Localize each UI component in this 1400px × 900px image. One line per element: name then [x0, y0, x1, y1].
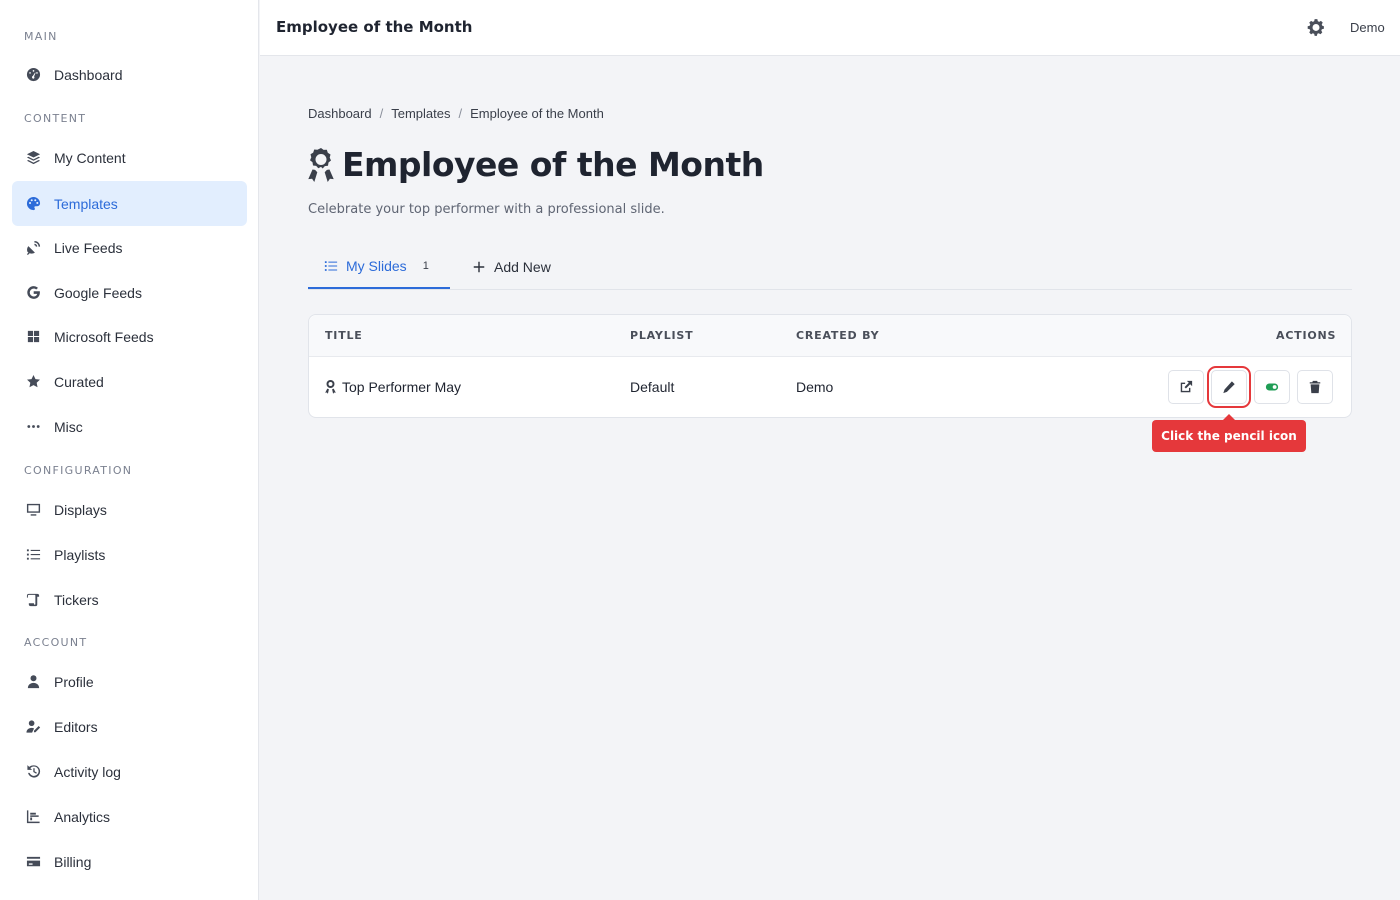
list-icon: [25, 547, 41, 563]
page-title: Employee of the Month: [342, 145, 764, 184]
plus-icon: [472, 260, 486, 274]
award-icon: [325, 380, 336, 394]
section-label-content: CONTENT: [24, 112, 87, 125]
sidebar-item-analytics[interactable]: Analytics: [12, 794, 247, 839]
pencil-icon: [1223, 381, 1235, 394]
award-icon: [306, 147, 336, 183]
sidebar-item-label: Tickers: [54, 591, 99, 608]
layers-icon: [25, 150, 41, 166]
sidebar-item-google-feeds[interactable]: Google Feeds: [12, 270, 247, 315]
sidebar-item-misc[interactable]: Misc: [12, 404, 247, 449]
sidebar-item-label: Activity log: [54, 763, 121, 780]
section-label-configuration: CONFIGURATION: [24, 464, 133, 477]
tab-label: Add New: [494, 258, 551, 275]
sidebar-item-editors[interactable]: Editors: [12, 704, 247, 749]
breadcrumb-separator: /: [379, 106, 384, 121]
delete-button[interactable]: [1297, 370, 1333, 404]
trash-icon: [1309, 380, 1321, 394]
active-toggle-button[interactable]: [1254, 370, 1290, 404]
cell-title: Top Performer May: [325, 379, 461, 395]
sidebar-item-label: Analytics: [54, 808, 111, 825]
sidebar-item-label: Templates: [54, 195, 118, 212]
top-bar: Employee of the Month Demo: [260, 0, 1400, 56]
edit-button[interactable]: [1207, 366, 1251, 408]
section-label-main: MAIN: [24, 30, 58, 43]
page-heading: Employee of the Month: [306, 145, 764, 184]
google-icon: [25, 285, 41, 301]
breadcrumb-separator: /: [458, 106, 463, 121]
section-label-account: ACCOUNT: [24, 636, 88, 649]
sidebar-item-label: Dashboard: [54, 66, 123, 83]
history-icon: [25, 764, 41, 780]
sidebar-item-tickers[interactable]: Tickers: [12, 577, 247, 622]
sidebar-item-live-feeds[interactable]: Live Feeds: [12, 225, 247, 270]
gear-icon[interactable]: [1307, 18, 1325, 36]
breadcrumb-current: Employee of the Month: [470, 106, 604, 121]
tab-bar: My Slides 1 Add New: [308, 244, 1352, 290]
cell-playlist: Default: [630, 379, 675, 395]
sidebar-item-label: Displays: [54, 501, 107, 518]
tab-my-slides[interactable]: My Slides 1: [308, 244, 450, 289]
sidebar-item-billing[interactable]: Billing: [12, 839, 247, 884]
ellipsis-icon: [25, 419, 41, 435]
sidebar-item-label: Billing: [54, 853, 92, 870]
sidebar-item-label: Playlists: [54, 546, 106, 563]
sidebar-item-label: Curated: [54, 373, 104, 390]
sidebar-item-label: Editors: [54, 718, 98, 735]
open-external-button[interactable]: [1168, 370, 1204, 404]
user-icon: [25, 674, 41, 690]
sidebar-item-label: Live Feeds: [54, 239, 123, 256]
column-header-playlist: PLAYLIST: [630, 329, 694, 342]
palette-icon: [25, 196, 41, 212]
sidebar-item-label: Misc: [54, 418, 83, 435]
user-pen-icon: [25, 719, 41, 735]
satellite-dish-icon: [25, 240, 41, 256]
toggle-on-icon: [1265, 383, 1279, 391]
table-row: Top Performer May Default Demo: [309, 358, 1351, 418]
column-header-actions: ACTIONS: [1276, 329, 1337, 342]
sidebar-item-label: My Content: [54, 149, 126, 166]
table-header: TITLE PLAYLIST CREATED BY ACTIONS: [309, 315, 1351, 357]
sidebar-item-label: Profile: [54, 673, 94, 690]
star-icon: [25, 374, 41, 390]
sidebar-item-label: Microsoft Feeds: [54, 328, 154, 345]
sidebar: MAIN Dashboard CONTENT My Content Templa…: [0, 0, 259, 900]
hint-tooltip: Click the pencil icon: [1152, 414, 1306, 452]
breadcrumb: Dashboard / Templates / Employee of the …: [308, 106, 604, 121]
slides-table: TITLE PLAYLIST CREATED BY ACTIONS Top Pe…: [308, 314, 1352, 418]
topbar-title: Employee of the Month: [276, 18, 473, 36]
tab-count-badge: 1: [422, 259, 429, 272]
cell-created-by: Demo: [796, 379, 834, 395]
sidebar-item-playlists[interactable]: Playlists: [12, 532, 247, 577]
sidebar-item-my-content[interactable]: My Content: [12, 135, 247, 180]
sidebar-item-microsoft-feeds[interactable]: Microsoft Feeds: [12, 314, 247, 359]
sidebar-item-activity-log[interactable]: Activity log: [12, 749, 247, 794]
sidebar-item-curated[interactable]: Curated: [12, 359, 247, 404]
gauge-icon: [25, 67, 41, 83]
breadcrumb-dashboard[interactable]: Dashboard: [308, 106, 372, 121]
sidebar-item-templates[interactable]: Templates: [12, 181, 247, 226]
sidebar-item-dashboard[interactable]: Dashboard: [12, 52, 247, 97]
column-header-created-by: CREATED BY: [796, 329, 880, 342]
monitor-icon: [25, 502, 41, 518]
chart-icon: [25, 809, 41, 825]
user-menu[interactable]: Demo: [1350, 20, 1385, 35]
list-icon: [324, 259, 338, 273]
windows-icon: [25, 329, 41, 345]
sidebar-item-label: Google Feeds: [54, 284, 142, 301]
breadcrumb-templates[interactable]: Templates: [391, 106, 450, 121]
column-header-title: TITLE: [325, 329, 363, 342]
credit-card-icon: [25, 854, 41, 870]
external-link-icon: [1180, 380, 1193, 393]
scroll-icon: [25, 592, 41, 608]
tab-add-new[interactable]: Add New: [472, 244, 551, 289]
tab-label: My Slides: [346, 257, 407, 274]
page-subtitle: Celebrate your top performer with a prof…: [308, 202, 665, 217]
slide-title[interactable]: Top Performer May: [342, 379, 461, 395]
sidebar-item-profile[interactable]: Profile: [12, 659, 247, 704]
sidebar-item-displays[interactable]: Displays: [12, 487, 247, 532]
